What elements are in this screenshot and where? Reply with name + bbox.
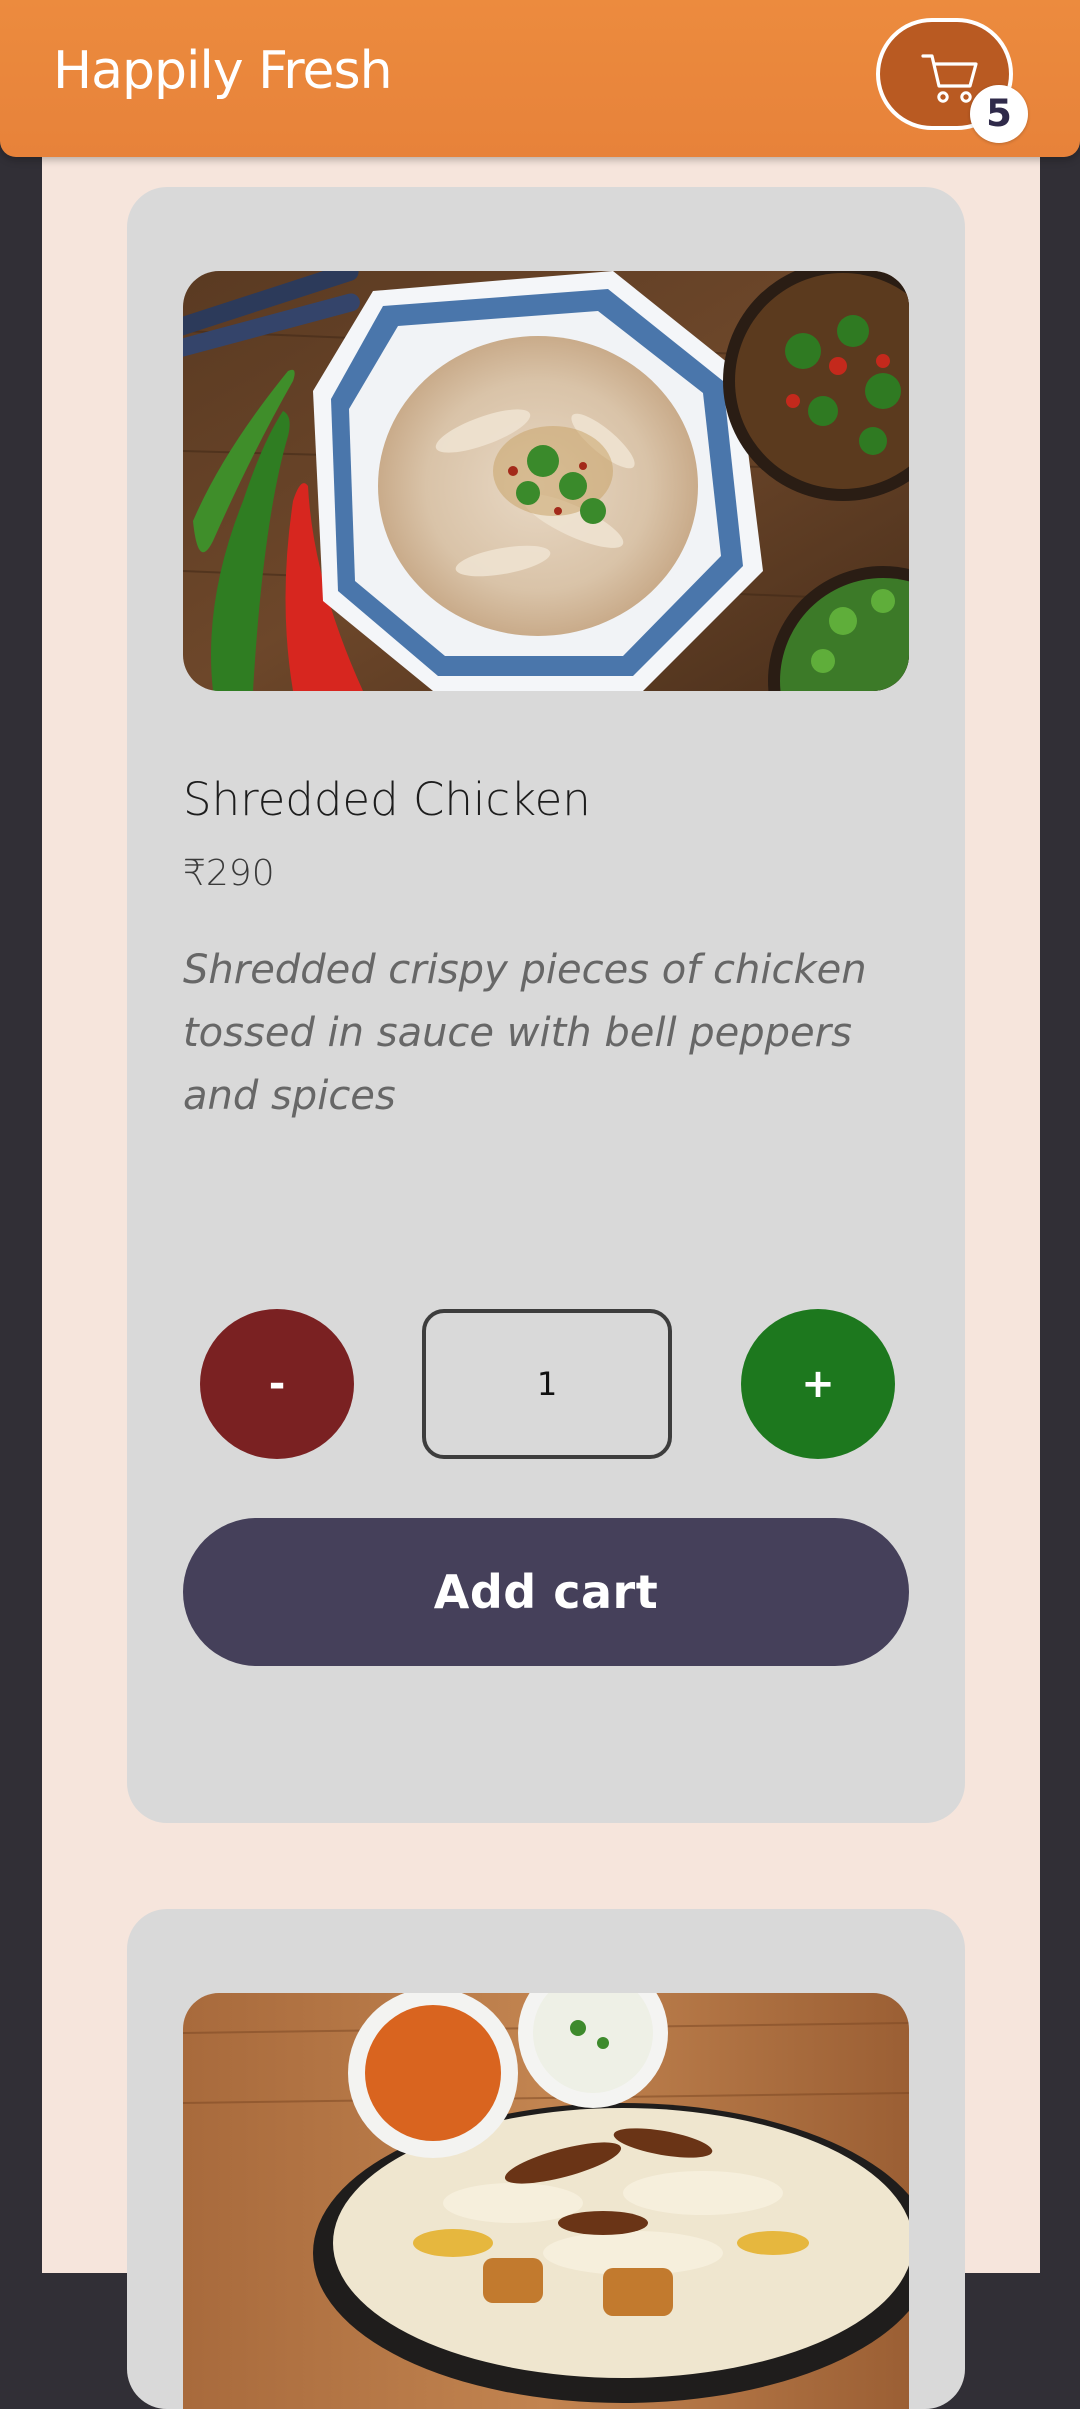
product-card: [127, 1909, 965, 2409]
quantity-input[interactable]: [422, 1309, 672, 1459]
app-header: Happily Fresh 5: [0, 0, 1080, 157]
cart-count-badge: 5: [970, 85, 1028, 143]
product-card: Shredded Chicken ₹290 Shredded crispy pi…: [127, 187, 965, 1823]
dish-price: ₹290: [183, 853, 275, 894]
dish-description: Shredded crispy pieces of chicken tossed…: [183, 947, 867, 1119]
brand-title: Happily Fresh: [53, 41, 393, 101]
dish-name: Shredded Chicken: [183, 773, 591, 826]
increase-quantity-button[interactable]: +: [741, 1309, 895, 1459]
cart-icon: [921, 54, 978, 103]
decrease-quantity-button[interactable]: -: [200, 1309, 354, 1459]
add-cart-button[interactable]: Add cart: [183, 1518, 909, 1666]
dish-image: [183, 1993, 909, 2409]
dish-image: [183, 271, 909, 691]
